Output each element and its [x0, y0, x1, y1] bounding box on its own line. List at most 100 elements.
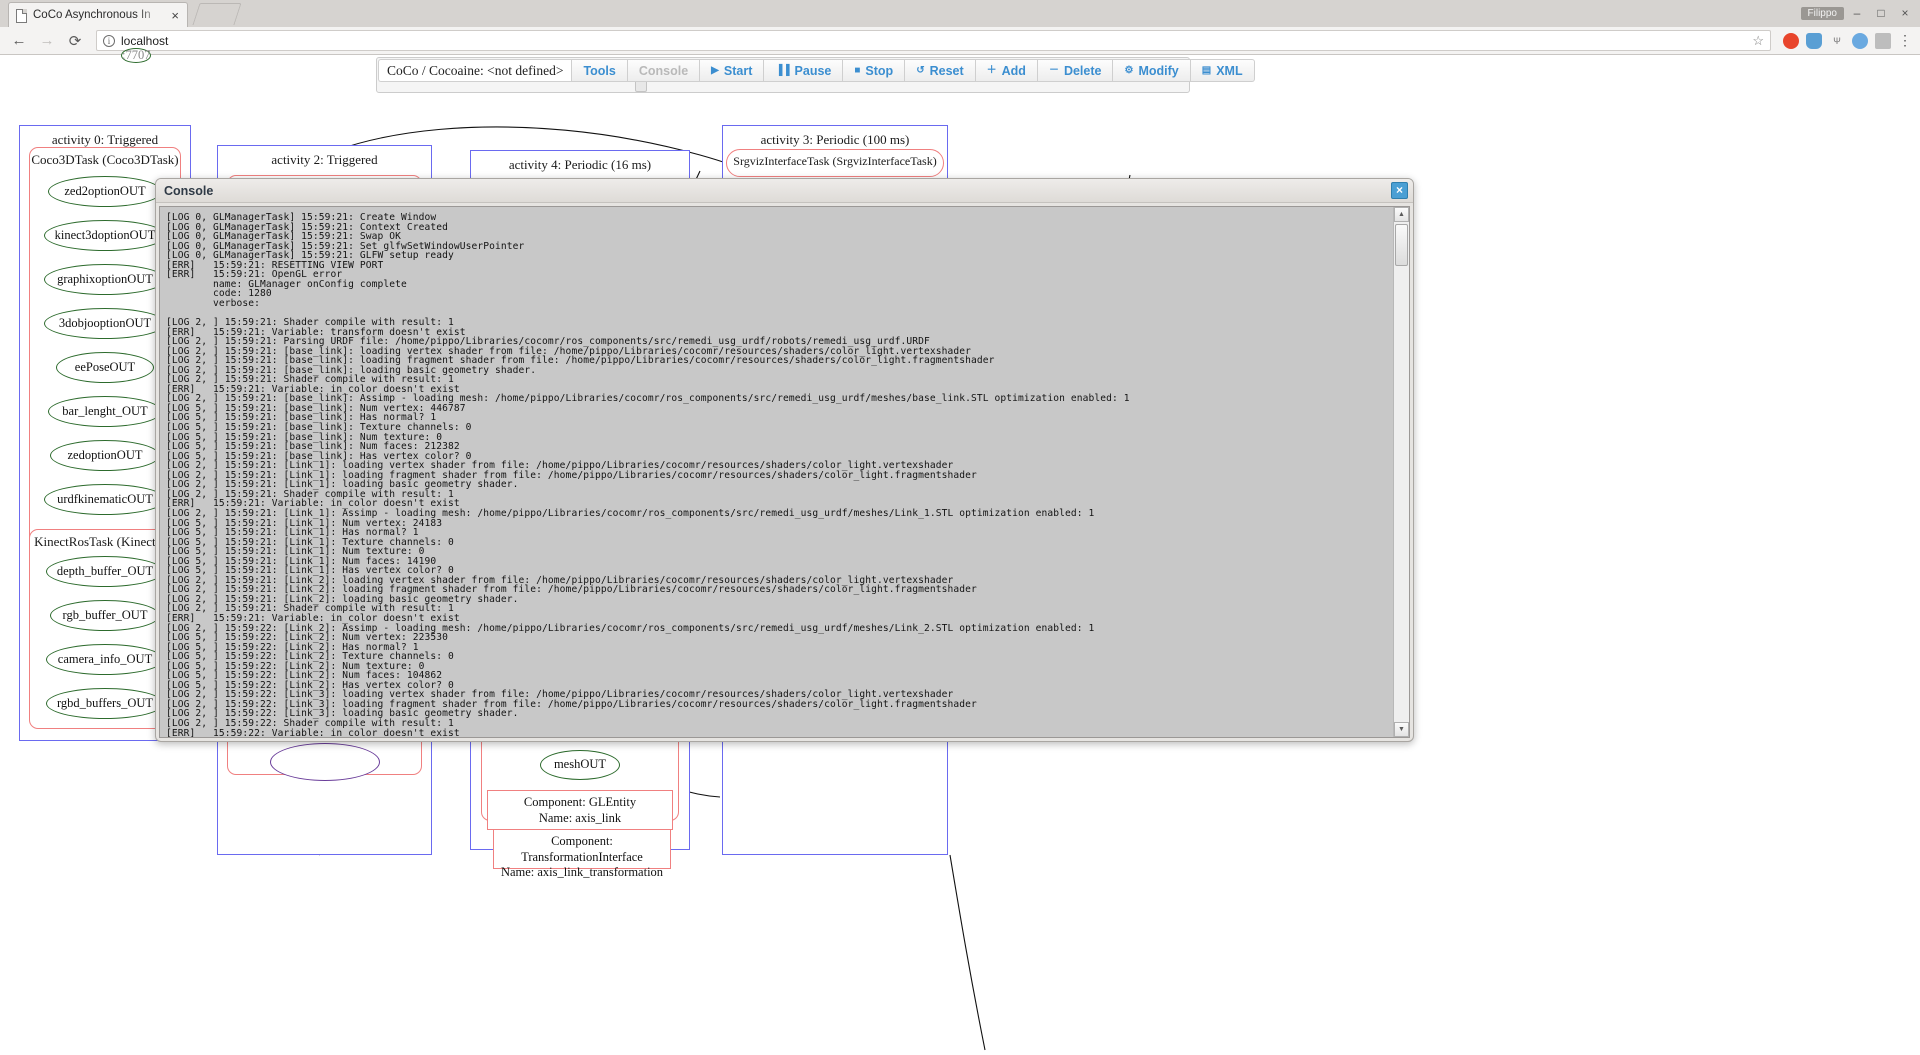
profile-badge[interactable]: Filippo	[1800, 6, 1844, 20]
port-eeposeout[interactable]: eePoseOUT	[56, 352, 154, 383]
toolbar-button-label: Tools	[583, 63, 616, 78]
toolbar-button-label: XML	[1216, 63, 1243, 78]
tf-icon[interactable]: Ψ	[1829, 33, 1845, 49]
component-transformationinterface[interactable]: Component: TransformationInterface Name:…	[493, 829, 671, 879]
toolbar-button-console[interactable]: Console	[627, 59, 701, 82]
port-label: 3dobjooptionOUT	[58, 315, 152, 330]
page-icon	[15, 8, 27, 23]
task-label: Coco3DTask (Coco3DTask)	[31, 152, 179, 167]
toolbar-button-pause[interactable]: ▐▐ Pause	[764, 59, 844, 82]
app-root: CoCo Asynchronous In × Filippo – □ × ← →…	[0, 0, 1920, 1055]
port-rgb-buffer-out[interactable]: rgb_buffer_OUT	[50, 600, 160, 631]
port-urdfkinematicout[interactable]: urdfkinematicOUT	[44, 484, 166, 515]
new-tab-button[interactable]	[192, 3, 242, 25]
info-icon[interactable]: i	[103, 34, 115, 47]
activity-label: activity 3: Periodic (100 ms)	[760, 132, 910, 147]
forward-icon[interactable]: →	[36, 30, 58, 52]
shield-icon[interactable]	[1806, 32, 1822, 49]
port-label: depth_buffer_OUT	[56, 563, 154, 578]
modify-icon: ⚙	[1124, 64, 1134, 76]
console-log-line: name: GLManager onConfig complete	[166, 278, 407, 290]
port-zed2optionout[interactable]: zed2optionOUT	[48, 176, 162, 207]
port-bar-lenght-out[interactable]: bar_lenght_OUT	[48, 396, 162, 427]
task-box-srgviz[interactable]: SrgvizInterfaceTask (SrgvizInterfaceTask…	[726, 149, 944, 177]
url-port: :7707	[121, 47, 152, 63]
port-label: rgbd_buffers_OUT	[56, 695, 154, 710]
address-bar-url: localhost:7707	[121, 33, 169, 63]
toolbar-button-delete[interactable]: － Delete	[1037, 59, 1114, 82]
console-scrollbar[interactable]: ▲ ▼	[1393, 207, 1409, 737]
window-controls: Filippo – □ ×	[1800, 2, 1916, 24]
window-close-icon[interactable]: ×	[1894, 2, 1916, 24]
back-icon[interactable]: ←	[8, 30, 30, 52]
console-log-pane[interactable]: [LOG 0, GLManagerTask] 15:59:21: Create …	[160, 207, 1393, 737]
component-label: Component: TransformationInterface Name:…	[500, 834, 664, 880]
port-meshout[interactable]: meshOUT	[540, 750, 620, 780]
extension-icons: Ψ ⋮	[1783, 32, 1912, 49]
port-graphixoptionout[interactable]: graphixoptionOUT	[44, 264, 166, 295]
close-icon[interactable]: ×	[169, 9, 181, 22]
console-log-line: [ERR] 15:59:22: Variable: in_color doesn…	[166, 727, 460, 737]
port-zedoptionout[interactable]: zedoptionOUT	[50, 440, 160, 471]
delete-icon: －	[1048, 64, 1059, 76]
console-dialog[interactable]: Console × [LOG 0, GLManagerTask] 15:59:2…	[155, 178, 1414, 742]
browser-toolbar: ← → ⟳ i localhost:7707 ☆ Ψ ⋮	[0, 27, 1920, 63]
reset-icon: ↺	[916, 64, 925, 76]
app-toolbar-row: CoCo / Cocoaine: <not defined> Tools Cons…	[378, 59, 1255, 82]
globe-icon[interactable]	[1852, 32, 1868, 49]
toolbar-button-xml[interactable]: ▤ XML	[1190, 59, 1255, 82]
scrollbar-thumb[interactable]	[1395, 224, 1408, 266]
component-glentity[interactable]: Component: GLEntity Name: axis_link	[487, 790, 673, 830]
activity-label: activity 0: Triggered	[51, 132, 159, 147]
toolbar-button-label: Stop	[865, 63, 894, 78]
url-host: localhost	[121, 33, 169, 48]
opera-icon[interactable]	[1783, 32, 1799, 49]
port-camera-info-out[interactable]: camera_info_OUT	[46, 644, 164, 675]
xml-icon: ▤	[1201, 64, 1212, 76]
toolbar-button-stop[interactable]: ■ Stop	[843, 59, 906, 82]
port-kinect3doptionout[interactable]: kinect3doptionOUT	[44, 220, 166, 251]
port-3dobjooptionout[interactable]: 3dobjooptionOUT	[44, 308, 166, 339]
port-label: camera_info_OUT	[57, 651, 153, 666]
scroll-up-icon[interactable]: ▲	[1394, 207, 1409, 222]
port-label: zedoptionOUT	[67, 447, 143, 462]
browser-tab-title: CoCo Asynchronous In	[33, 9, 151, 21]
activity-label: activity 2: Triggered	[271, 152, 378, 167]
bookmark-star-icon[interactable]: ☆	[1752, 33, 1764, 49]
task-label: SrgvizInterfaceTask (SrgvizInterfaceTask…	[733, 154, 937, 168]
browser-tab[interactable]: CoCo Asynchronous In ×	[8, 2, 188, 27]
maximize-icon[interactable]: □	[1870, 2, 1892, 24]
app-toolbar-buttons: Tools Console ▶ Start ▐▐ Pause ■ Stop ↺ Reset ＋ Add…	[571, 59, 1255, 82]
stop-icon: ■	[854, 64, 861, 76]
activity-label: activity 4: Periodic (16 ms)	[508, 157, 652, 172]
scroll-down-icon[interactable]: ▼	[1394, 722, 1409, 737]
browser-tabstrip: CoCo Asynchronous In × Filippo – □ ×	[0, 0, 1920, 27]
browser-menu-icon[interactable]: ⋮	[1898, 32, 1912, 49]
toolbar-button-tools[interactable]: Tools	[571, 59, 628, 82]
port-label: urdfkinematicOUT	[57, 491, 153, 506]
address-bar[interactable]: i localhost:7707 ☆	[96, 30, 1771, 63]
console-body: [LOG 0, GLManagerTask] 15:59:21: Create …	[159, 206, 1410, 738]
reload-icon[interactable]: ⟳	[64, 30, 86, 52]
toolbar-button-label: Delete	[1063, 63, 1102, 78]
start-icon: ▶	[711, 64, 719, 76]
toolbar-drag-handle[interactable]	[635, 82, 647, 92]
toolbar-button-modify[interactable]: ⚙ Modify	[1113, 59, 1191, 82]
console-log-line: verbose:	[166, 297, 261, 309]
toolbar-button-start[interactable]: ▶ Start	[700, 59, 765, 82]
port-label: zed2optionOUT	[64, 183, 146, 198]
toolbar-button-add[interactable]: ＋ Add	[975, 59, 1038, 82]
toolbar-button-reset[interactable]: ↺ Reset	[905, 59, 976, 82]
console-title: Console	[164, 183, 214, 198]
port-depth-buffer-out[interactable]: depth_buffer_OUT	[46, 556, 164, 587]
console-titlebar[interactable]: Console ×	[156, 179, 1413, 203]
port-act2-extra[interactable]	[270, 743, 380, 781]
app-title: CoCo / Cocoaine: <not defined>	[378, 59, 572, 82]
toolbar-button-label: Pause	[794, 63, 832, 78]
close-icon[interactable]: ×	[1391, 182, 1408, 199]
minimize-icon[interactable]: –	[1846, 2, 1868, 24]
toolbar-button-label: Add	[1001, 63, 1026, 78]
sync-icon[interactable]	[1875, 32, 1891, 49]
port-rgbd-buffers-out[interactable]: rgbd_buffers_OUT	[46, 688, 164, 719]
port-label: graphixoptionOUT	[57, 271, 153, 286]
